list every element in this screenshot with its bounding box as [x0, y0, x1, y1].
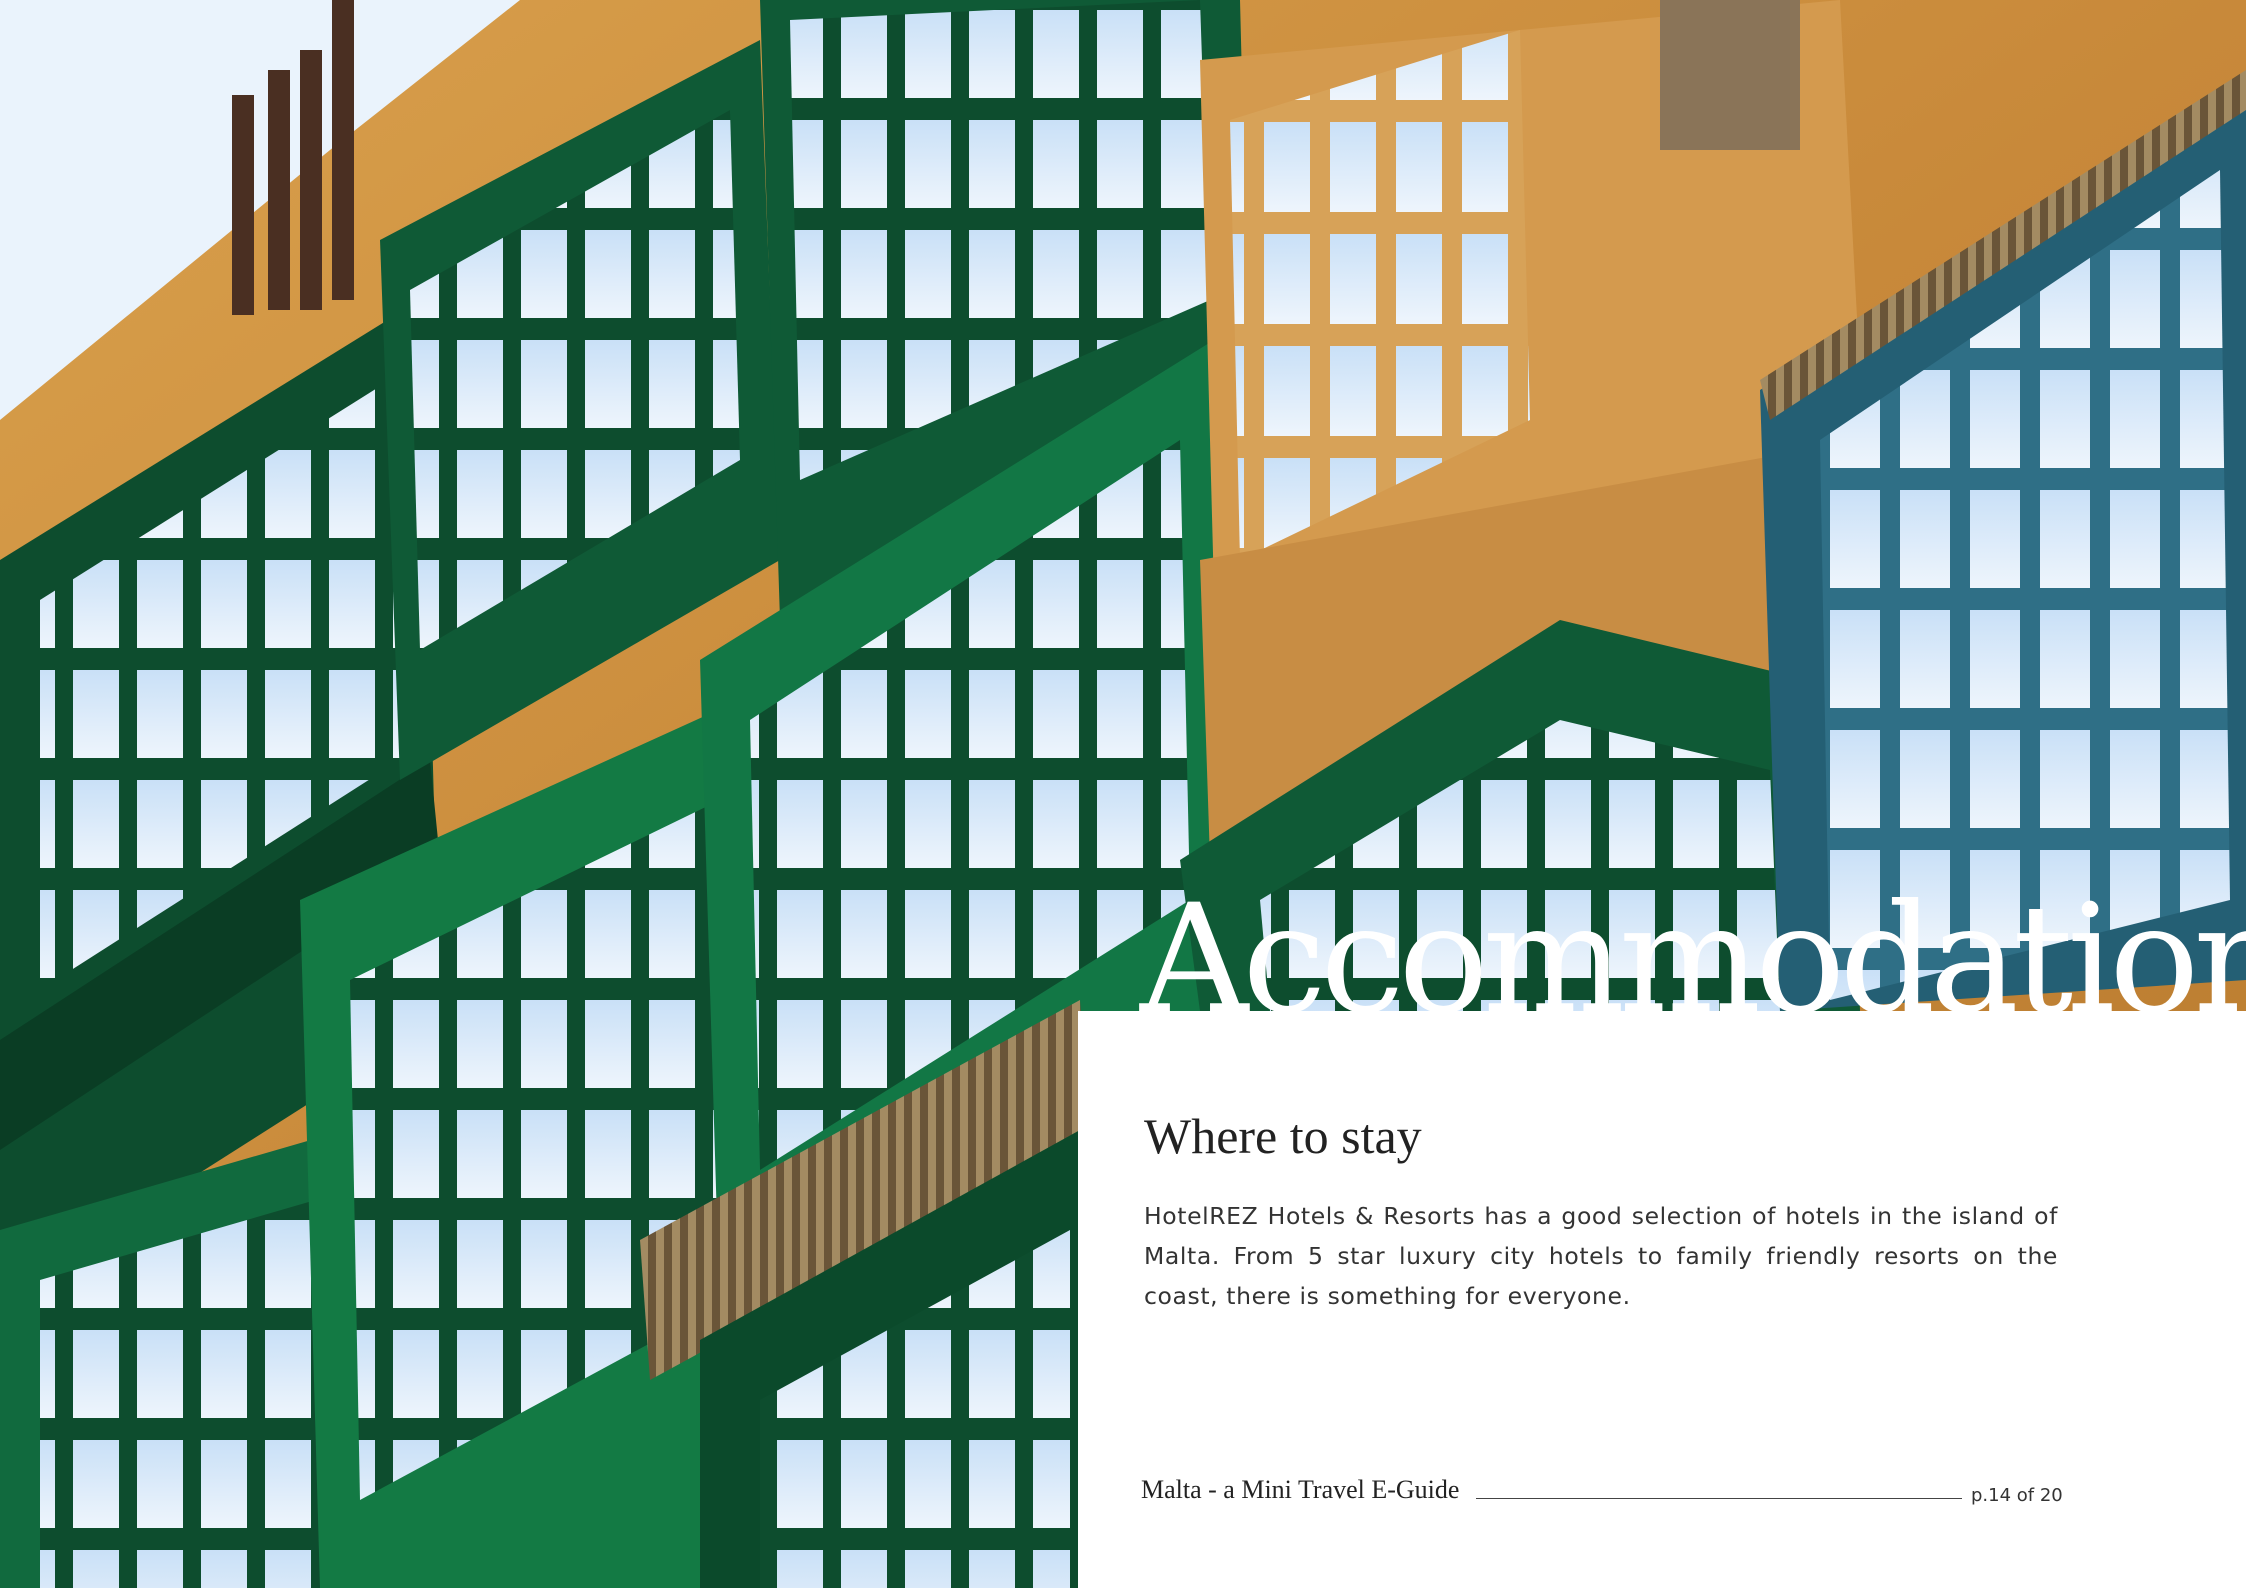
content-panel: Where to stay HotelREZ Hotels & Resorts …	[1078, 1011, 2246, 1588]
intro-paragraph: HotelREZ Hotels & Resorts has a good sel…	[1144, 1202, 2058, 1310]
footer-divider	[1476, 1498, 1962, 1499]
section-heading: Where to stay	[1144, 1108, 1422, 1164]
page-number: p.14 of 20	[1971, 1485, 2063, 1506]
footer-guide-title: Malta - a Mini Travel E-Guide	[1141, 1475, 1460, 1504]
